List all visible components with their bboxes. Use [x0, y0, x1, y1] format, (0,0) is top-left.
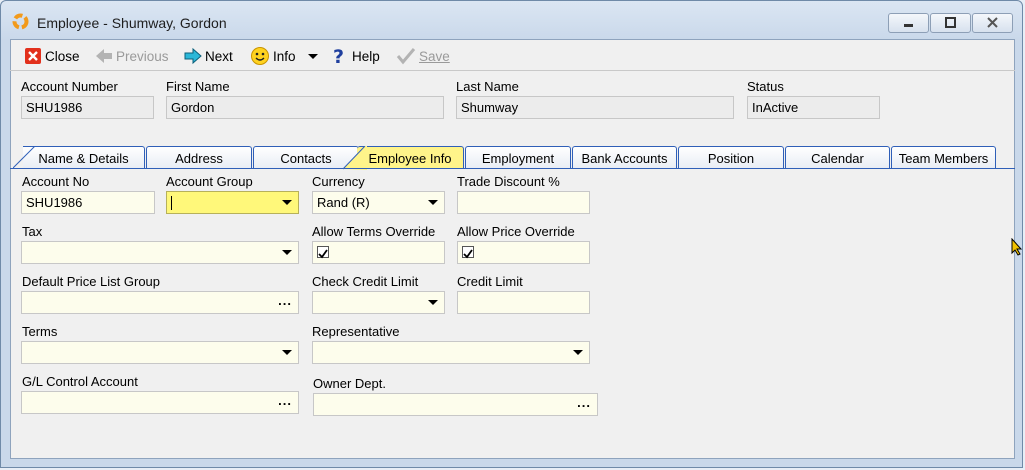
close-label: Close — [45, 48, 80, 64]
chevron-down-icon — [282, 350, 292, 355]
tab-address-label: Address — [175, 151, 223, 166]
owner-dept-label: Owner Dept. — [313, 376, 386, 391]
allow-price-override-field — [457, 241, 590, 264]
info-label: Info — [273, 48, 296, 64]
check-credit-limit-dropdown[interactable] — [312, 291, 445, 314]
smiley-icon — [251, 47, 269, 65]
trade-discount-input[interactable] — [457, 191, 590, 214]
terms-dropdown[interactable] — [21, 341, 299, 364]
close-window-icon — [987, 17, 998, 28]
tab-employee-info-label: Employee Info — [368, 151, 452, 166]
tax-label: Tax — [22, 224, 43, 239]
gl-control-account-input[interactable]: ... — [21, 391, 299, 414]
tab-strip-line — [10, 168, 1015, 169]
representative-dropdown[interactable] — [312, 341, 590, 364]
next-button[interactable]: Next — [184, 46, 233, 66]
tab-calendar-label: Calendar — [811, 151, 864, 166]
previous-label: Previous — [116, 48, 169, 64]
minimize-button[interactable] — [888, 13, 929, 33]
chevron-down-icon — [428, 200, 438, 205]
account-number-label: Account Number — [21, 79, 118, 94]
chevron-down-icon — [282, 250, 292, 255]
tab-bank-accounts[interactable]: Bank Accounts — [572, 146, 677, 169]
red-x-icon — [25, 48, 41, 64]
check-credit-limit-label: Check Credit Limit — [312, 274, 419, 289]
tab-team-members-label: Team Members — [898, 151, 989, 166]
text-cursor — [171, 196, 172, 210]
gl-control-account-label: G/L Control Account — [22, 374, 138, 389]
question-mark-icon: ? — [333, 46, 344, 66]
tab-calendar[interactable]: Calendar — [785, 146, 890, 169]
restore-icon — [945, 17, 956, 28]
lookup-ellipsis-button[interactable]: ... — [577, 395, 591, 410]
default-price-list-group-label: Default Price List Group — [22, 274, 161, 289]
tab-position[interactable]: Position — [678, 146, 784, 169]
tab-employee-info[interactable]: Employee Info — [343, 146, 464, 170]
minimize-icon — [904, 24, 913, 27]
help-button[interactable]: ? Help — [331, 46, 380, 66]
chevron-down-icon — [282, 200, 292, 205]
last-name-label: Last Name — [456, 79, 519, 94]
representative-label: Representative — [312, 324, 400, 339]
first-name-field: Gordon — [166, 96, 444, 119]
checkmark-icon — [463, 249, 473, 259]
window-title: Employee - Shumway, Gordon — [37, 15, 227, 31]
info-dropdown-arrow-icon[interactable] — [308, 54, 318, 59]
chevron-down-icon — [573, 350, 583, 355]
tab-contacts-label: Contacts — [280, 151, 332, 166]
left-arrow-icon — [96, 49, 112, 63]
account-number-field: SHU1986 — [21, 96, 154, 119]
account-group-label: Account Group — [166, 174, 253, 189]
status-field: InActive — [747, 96, 880, 119]
credit-limit-input[interactable] — [457, 291, 590, 314]
previous-button[interactable]: Previous — [95, 46, 169, 66]
close-button[interactable]: Close — [24, 46, 80, 66]
allow-terms-override-label: Allow Terms Override — [312, 224, 436, 239]
close-window-button[interactable] — [972, 13, 1013, 33]
help-label: Help — [352, 48, 380, 64]
info-button[interactable]: Info — [250, 46, 296, 66]
credit-limit-label: Credit Limit — [457, 274, 523, 289]
currency-value: Rand (R) — [317, 195, 370, 210]
allow-price-override-checkbox[interactable] — [462, 246, 474, 259]
checkmark-icon — [396, 48, 416, 65]
tab-employment-label: Employment — [481, 151, 555, 166]
svg-text:?: ? — [333, 46, 344, 66]
status-label: Status — [747, 79, 784, 94]
checkmark-icon — [318, 249, 328, 259]
next-label: Next — [205, 48, 233, 64]
tab-name-details[interactable]: Name & Details — [13, 146, 145, 169]
allow-price-override-label: Allow Price Override — [457, 224, 575, 239]
terms-label: Terms — [22, 324, 58, 339]
chevron-down-icon — [428, 300, 438, 305]
tab-employment[interactable]: Employment — [465, 146, 571, 169]
default-price-list-group-input[interactable]: ... — [21, 291, 299, 314]
tab-name-details-label: Name & Details — [38, 151, 129, 166]
save-button[interactable]: Save — [396, 46, 450, 66]
tax-dropdown[interactable] — [21, 241, 299, 264]
tab-address[interactable]: Address — [146, 146, 252, 169]
currency-dropdown[interactable]: Rand (R) — [312, 191, 445, 214]
lookup-ellipsis-button[interactable]: ... — [278, 393, 292, 408]
last-name-field: Shumway — [456, 96, 734, 119]
first-name-label: First Name — [166, 79, 230, 94]
save-label: Save — [419, 48, 450, 64]
right-arrow-icon — [184, 47, 202, 65]
trade-discount-label: Trade Discount % — [457, 174, 560, 189]
tab-team-members[interactable]: Team Members — [891, 146, 996, 169]
account-no-label: Account No — [22, 174, 90, 189]
account-group-dropdown[interactable] — [166, 191, 299, 214]
allow-terms-override-field — [312, 241, 445, 264]
toolbar-divider — [10, 70, 1015, 71]
mouse-cursor-icon — [1011, 237, 1023, 259]
account-no-input[interactable]: SHU1986 — [21, 191, 155, 214]
restore-button[interactable] — [930, 13, 971, 33]
owner-dept-input[interactable]: ... — [313, 393, 598, 416]
tab-position-label: Position — [707, 151, 755, 166]
tab-bank-accounts-label: Bank Accounts — [581, 151, 668, 166]
currency-label: Currency — [312, 174, 365, 189]
allow-terms-override-checkbox[interactable] — [317, 246, 329, 259]
app-logo-icon — [12, 13, 29, 30]
lookup-ellipsis-button[interactable]: ... — [278, 293, 292, 308]
